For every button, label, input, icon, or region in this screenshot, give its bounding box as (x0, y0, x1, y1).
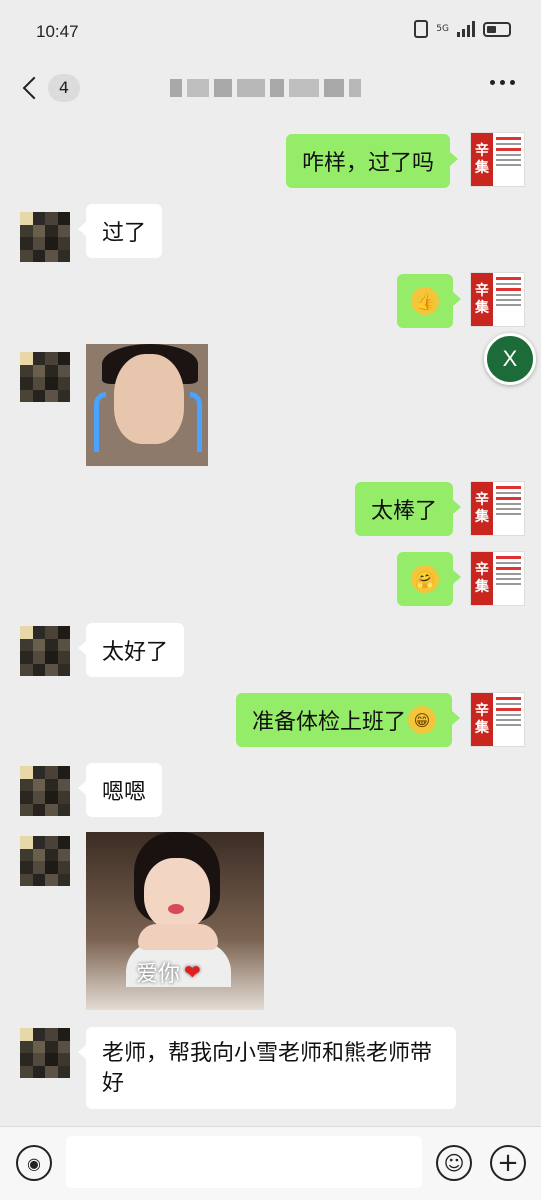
contact-avatar[interactable] (20, 352, 70, 402)
message-text: 准备体检上班了 (252, 710, 407, 735)
incoming-message-bubble[interactable]: 过了 (77, 204, 163, 258)
plus-icon: + (497, 1148, 519, 1178)
incoming-message-bubble[interactable]: 老师，帮我向小雪老师和熊老师带好 (78, 1027, 456, 1109)
smiley-icon: ☺ (443, 1151, 465, 1175)
self-avatar[interactable]: 辛集 (470, 132, 525, 187)
grinning-emoji-icon: 😁 (408, 706, 437, 734)
outgoing-message-bubble[interactable]: 🤗 (397, 552, 461, 606)
message-input-bar: ◉ ☺ + (0, 1126, 541, 1200)
incoming-message-bubble[interactable]: 太好了 (77, 623, 185, 677)
self-avatar[interactable]: 辛集 (470, 551, 525, 606)
outgoing-message-bubble[interactable]: 咋样，过了吗 (286, 134, 459, 188)
voice-icon: ◉ (27, 1153, 41, 1173)
chat-header: 4 (0, 62, 541, 116)
more-options-button[interactable] (490, 80, 515, 85)
dot-icon (500, 80, 505, 85)
heart-icon: ❤ (184, 960, 201, 984)
self-avatar[interactable]: 辛集 (470, 481, 525, 536)
unread-count-badge: 4 (48, 74, 80, 102)
message-text: 老师，帮我向小雪老师和熊老师带好 (102, 1041, 433, 1096)
status-time: 10:47 (36, 22, 79, 41)
message-text: 太好了 (102, 640, 169, 665)
message-list[interactable]: 咋样，过了吗 辛集 过了 👍 辛集 X 太棒了 辛集 🤗 辛 集 太好了 准备体… (0, 116, 541, 1126)
message-input[interactable] (66, 1136, 422, 1188)
incoming-message-bubble[interactable]: 嗯嗯 (77, 763, 163, 817)
back-button[interactable]: 4 (16, 68, 86, 108)
outgoing-message-bubble[interactable]: 太棒了 (355, 482, 462, 536)
message-text: 咋样，过了吗 (302, 151, 435, 176)
thumbs-up-emoji-icon: 👍 (411, 287, 439, 315)
dot-icon (490, 80, 495, 85)
more-attachments-button[interactable]: + (490, 1145, 526, 1181)
status-icons: 5G (414, 20, 511, 38)
battery-icon (483, 21, 511, 37)
dot-icon (510, 80, 515, 85)
hug-emoji-icon: 🤗 (411, 565, 439, 593)
vibrate-icon (414, 20, 429, 38)
outgoing-message-bubble[interactable]: 准备体检上班了 😁 (236, 693, 461, 747)
chevron-left-icon (22, 76, 46, 100)
contact-avatar[interactable] (20, 766, 70, 816)
signal-icon (457, 21, 475, 37)
close-floating-button[interactable]: X (484, 333, 536, 385)
contact-avatar[interactable] (20, 836, 70, 886)
message-text: 太棒了 (371, 499, 438, 524)
voice-input-button[interactable]: ◉ (16, 1145, 52, 1181)
girl-kiss-sticker[interactable]: 爱你 ❤ (86, 832, 264, 1010)
self-avatar[interactable]: 辛集 (470, 272, 525, 327)
message-text: 过了 (102, 221, 147, 246)
chat-title-pixelated (170, 74, 375, 102)
emoji-button[interactable]: ☺ (436, 1145, 472, 1181)
contact-avatar[interactable] (20, 626, 70, 676)
self-avatar[interactable]: 辛集 (470, 692, 525, 747)
message-text: 嗯嗯 (102, 780, 147, 805)
contact-avatar[interactable] (20, 212, 70, 262)
crying-face-sticker[interactable] (86, 344, 208, 466)
sticker-caption: 爱你 ❤ (136, 960, 201, 987)
network-type-label: 5G (436, 23, 449, 34)
status-bar: 10:47 5G (0, 0, 541, 62)
contact-avatar[interactable] (20, 1028, 70, 1078)
outgoing-message-bubble[interactable]: 👍 (397, 274, 461, 328)
